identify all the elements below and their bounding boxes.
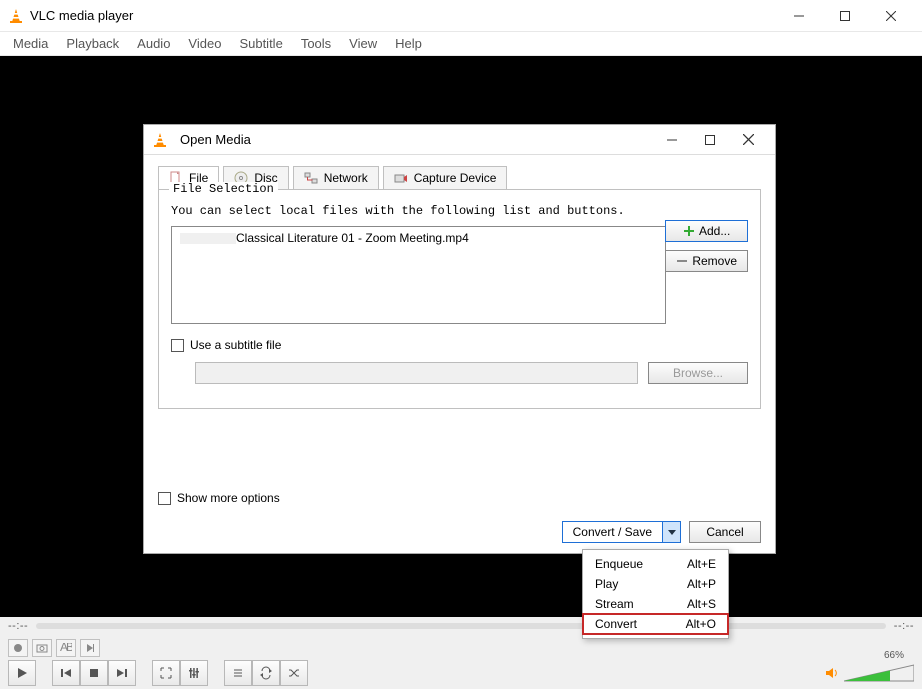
extra-toolbar: AB xyxy=(0,635,922,657)
minimize-button[interactable] xyxy=(776,0,822,32)
snapshot-icon[interactable] xyxy=(32,639,52,657)
open-media-dialog: Open Media File Disc Network Capture Dev… xyxy=(143,124,776,554)
dialog-maximize-button[interactable] xyxy=(691,126,729,154)
ext-settings-button[interactable] xyxy=(180,660,208,686)
minus-icon xyxy=(676,255,688,267)
menu-media[interactable]: Media xyxy=(4,33,57,54)
fullscreen-button[interactable] xyxy=(152,660,180,686)
subtitle-checkbox-row: Use a subtitle file xyxy=(171,338,748,352)
cancel-button[interactable]: Cancel xyxy=(689,521,761,543)
remove-button[interactable]: Remove xyxy=(665,250,748,272)
convert-save-button[interactable]: Convert / Save xyxy=(562,521,681,543)
menu-bar: Media Playback Audio Video Subtitle Tool… xyxy=(0,32,922,56)
vlc-cone-icon xyxy=(152,132,168,148)
dialog-minimize-button[interactable] xyxy=(653,126,691,154)
menu-help[interactable]: Help xyxy=(386,33,431,54)
time-total: --:-- xyxy=(894,620,914,632)
dropdown-enqueue[interactable]: EnqueueAlt+E xyxy=(583,554,728,574)
volume-percent: 66% xyxy=(884,650,904,661)
volume-slider[interactable] xyxy=(844,663,914,683)
playback-toolbar: 66% xyxy=(0,657,922,689)
chevron-down-icon[interactable] xyxy=(662,522,680,542)
dialog-title: Open Media xyxy=(180,132,653,147)
vlc-cone-icon xyxy=(8,8,24,24)
menu-view[interactable]: View xyxy=(340,33,386,54)
capture-icon xyxy=(394,171,408,185)
main-titlebar: VLC media player xyxy=(0,0,922,32)
loop-button[interactable] xyxy=(252,660,280,686)
stop-button[interactable] xyxy=(80,660,108,686)
network-icon xyxy=(304,171,318,185)
svg-text:B: B xyxy=(66,643,72,653)
file-selection-legend: File Selection xyxy=(169,182,278,196)
maximize-button[interactable] xyxy=(822,0,868,32)
subtitle-label: Use a subtitle file xyxy=(190,338,281,352)
dialog-close-button[interactable] xyxy=(729,126,767,154)
next-button[interactable] xyxy=(108,660,136,686)
menu-video[interactable]: Video xyxy=(179,33,230,54)
convert-dropdown-menu: EnqueueAlt+E PlayAlt+P StreamAlt+S Conve… xyxy=(582,549,729,639)
tab-network-label: Network xyxy=(324,171,368,185)
speaker-icon[interactable] xyxy=(824,665,840,681)
close-button[interactable] xyxy=(868,0,914,32)
file-name: Classical Literature 01 - Zoom Meeting.m… xyxy=(236,231,469,245)
record-icon[interactable] xyxy=(8,639,28,657)
plus-icon xyxy=(683,225,695,237)
add-button[interactable]: Add... xyxy=(665,220,748,242)
frame-step-icon[interactable] xyxy=(80,639,100,657)
more-options-label: Show more options xyxy=(177,491,280,505)
menu-subtitle[interactable]: Subtitle xyxy=(230,33,291,54)
subtitle-path-input[interactable] xyxy=(195,362,638,384)
playlist-button[interactable] xyxy=(224,660,252,686)
list-item[interactable]: Classical Literature 01 - Zoom Meeting.m… xyxy=(174,229,663,247)
dialog-titlebar: Open Media xyxy=(144,125,775,155)
menu-playback[interactable]: Playback xyxy=(57,33,128,54)
menu-audio[interactable]: Audio xyxy=(128,33,179,54)
loop-ab-icon[interactable]: AB xyxy=(56,639,76,657)
dropdown-convert[interactable]: ConvertAlt+O xyxy=(583,614,728,634)
file-selection-hint: You can select local files with the foll… xyxy=(171,204,748,218)
window-controls xyxy=(776,0,914,32)
tab-capture[interactable]: Capture Device xyxy=(383,166,508,190)
app-title: VLC media player xyxy=(30,8,776,23)
subtitle-checkbox[interactable] xyxy=(171,339,184,352)
shuffle-button[interactable] xyxy=(280,660,308,686)
file-selection-group: File Selection You can select local file… xyxy=(158,189,761,409)
menu-tools[interactable]: Tools xyxy=(292,33,340,54)
tab-network[interactable]: Network xyxy=(293,166,379,190)
time-elapsed: --:-- xyxy=(8,620,28,632)
more-options-row: Show more options xyxy=(158,491,280,505)
tab-capture-label: Capture Device xyxy=(414,171,497,185)
dropdown-play[interactable]: PlayAlt+P xyxy=(583,574,728,594)
browse-button[interactable]: Browse... xyxy=(648,362,748,384)
more-options-checkbox[interactable] xyxy=(158,492,171,505)
prev-button[interactable] xyxy=(52,660,80,686)
dropdown-stream[interactable]: StreamAlt+S xyxy=(583,594,728,614)
seek-slider[interactable] xyxy=(36,623,886,629)
file-list[interactable]: Classical Literature 01 - Zoom Meeting.m… xyxy=(171,226,666,324)
play-button[interactable] xyxy=(8,660,36,686)
seek-row: --:-- --:-- xyxy=(0,617,922,635)
